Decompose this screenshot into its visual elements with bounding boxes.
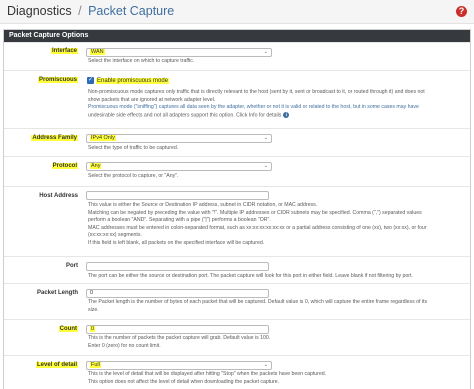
address-family-label: Address Family	[31, 135, 78, 141]
packet-length-help: The Packet length is the number of bytes…	[88, 299, 468, 314]
promiscuous-label: Promiscuous	[37, 77, 78, 83]
protocol-select[interactable]: Any ⌄	[86, 162, 272, 171]
host-address-label: Host Address	[39, 193, 78, 199]
packet-length-input[interactable]: 0	[86, 289, 269, 298]
promiscuous-checkbox-label: Enable promiscuous mode	[96, 78, 170, 85]
count-label: Count	[58, 326, 78, 332]
level-of-detail-help-line-1: This is the level of detail that will be…	[88, 371, 327, 377]
breadcrumb-diagnostics[interactable]: Diagnostics	[7, 4, 72, 18]
breadcrumb-separator: /	[78, 4, 82, 18]
host-address-input[interactable]	[86, 191, 269, 200]
promiscuous-help: Non-promiscuous mode captures only traff…	[88, 89, 468, 120]
breadcrumb: Diagnostics / Packet Capture	[7, 4, 174, 18]
panel-title: Packet Capture Options	[4, 30, 470, 42]
port-help: The port can be either the source or des…	[88, 273, 413, 279]
interface-help: Select the interface on which to capture…	[88, 58, 195, 64]
host-address-help-line-4: MAC addresses must be entered in colon-s…	[88, 224, 427, 231]
chevron-down-icon: ⌄	[263, 163, 268, 169]
promiscuous-help-line-3: Promiscuous mode ("sniffing") captures a…	[88, 104, 419, 111]
address-family-select[interactable]: IPv4 Only ⌄	[86, 134, 272, 143]
chevron-down-icon: ⌄	[263, 135, 268, 141]
port-row: Port The port can be either the source o…	[4, 256, 470, 283]
interface-label: Interface	[50, 48, 78, 54]
packet-length-help-line-1: The Packet length is the number of bytes…	[88, 299, 428, 305]
top-bar: Diagnostics / Packet Capture ?	[0, 0, 474, 24]
host-address-help-line-2: Matching can be negated by preceding the…	[88, 209, 422, 216]
chevron-down-icon: ⌄	[263, 49, 268, 55]
packet-length-row: Packet Length 0 The Packet length is the…	[4, 283, 470, 318]
level-of-detail-value: Full	[90, 362, 101, 368]
chevron-down-icon: ⌄	[263, 362, 268, 368]
protocol-label: Protocol	[51, 163, 78, 169]
promiscuous-help-line-1: Non-promiscuous mode captures only traff…	[88, 89, 425, 95]
host-address-row: Host Address This value is either the So…	[4, 186, 470, 255]
count-row: Count 0 This is the number of packets th…	[4, 319, 470, 353]
count-help: This is the number of packets the packet…	[88, 335, 468, 350]
port-label: Port	[66, 263, 78, 269]
count-help-line-1: This is the number of packets the packet…	[88, 335, 271, 341]
packet-length-label: Packet Length	[36, 290, 78, 296]
level-of-detail-select[interactable]: Full ⌄	[86, 361, 272, 370]
level-of-detail-help-line-2: This option does not affect the level of…	[88, 378, 280, 385]
count-value: 0	[90, 326, 96, 332]
count-input[interactable]: 0	[86, 325, 269, 334]
packet-capture-options-panel: Packet Capture Options Interface WAN ⌄ S…	[3, 29, 471, 389]
address-family-help: Select the type of traffic to be capture…	[88, 145, 179, 151]
level-of-detail-row: Level of detail Full ⌄ This is the level…	[4, 355, 470, 389]
breadcrumb-packet-capture[interactable]: Packet Capture	[88, 4, 174, 18]
host-address-help-line-3: perform a boolean "AND". Separating with…	[88, 217, 271, 224]
interface-row: Interface WAN ⌄ Select the interface on …	[4, 42, 470, 69]
host-address-help-line-6: If this field is left blank, all packets…	[88, 239, 265, 246]
interface-value: WAN	[90, 49, 105, 55]
host-address-help-line-1: This value is either the Source or Desti…	[88, 202, 318, 208]
count-help-line-2: Enter 0 (zero) for no count limit.	[88, 342, 161, 349]
address-family-value: IPv4 Only	[90, 135, 116, 141]
interface-select[interactable]: WAN ⌄	[86, 48, 272, 57]
checkmark-icon[interactable]: ✓	[87, 77, 94, 84]
protocol-row: Protocol Any ⌄ Select the protocol to ca…	[4, 156, 470, 184]
question-circle-icon[interactable]: ?	[456, 6, 467, 17]
promiscuous-checkbox-line[interactable]: ✓ Enable promiscuous mode	[87, 77, 170, 85]
host-address-help-line-5: (xx:xx:xx:xx) segments.	[88, 232, 142, 239]
promiscuous-help-line-4: undesirable side effects and not all ada…	[88, 111, 468, 120]
info-circle-icon[interactable]: i	[283, 111, 290, 118]
host-address-help: This value is either the Source or Desti…	[88, 202, 468, 248]
protocol-value: Any	[90, 163, 102, 169]
promiscuous-help-line-2: show packets that are ignored at network…	[88, 96, 216, 103]
port-input[interactable]	[86, 262, 269, 271]
address-family-row: Address Family IPv4 Only ⌄ Select the ty…	[4, 128, 470, 156]
packet-length-help-line-2: size.	[88, 306, 99, 313]
level-of-detail-label: Level of detail	[35, 362, 78, 368]
protocol-help: Select the protocol to capture, or "Any"…	[88, 173, 179, 179]
level-of-detail-help: This is the level of detail that will be…	[88, 371, 468, 386]
